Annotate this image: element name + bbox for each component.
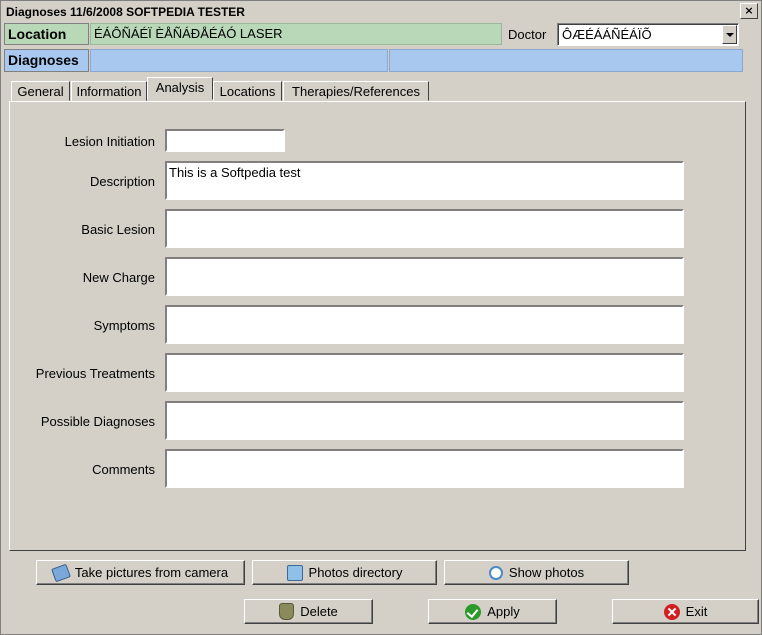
close-icon[interactable]: × [740,3,758,19]
take-pictures-label: Take pictures from camera [74,565,229,580]
diagnoses-label: Diagnoses [4,49,89,72]
show-photos-button[interactable]: Show photos [444,560,629,585]
new-charge-input[interactable] [165,257,684,296]
description-input[interactable]: This is a Softpedia test [165,161,684,200]
photos-directory-button[interactable]: Photos directory [252,560,437,585]
doctor-label: Doctor [508,27,547,42]
diagnoses-window: Diagnoses 11/6/2008 SOFTPEDIA TESTER × L… [0,0,762,635]
basic-lesion-label: Basic Lesion [81,222,155,237]
delete-label: Delete [300,604,338,619]
symptoms-label: Symptoms [93,318,155,333]
lesion-initiation-input[interactable] [165,129,285,152]
exit-button[interactable]: Exit [612,599,759,624]
window-title: Diagnoses 11/6/2008 SOFTPEDIA TESTER [6,5,245,19]
diagnoses-field-1[interactable] [90,49,388,72]
tab-analysis[interactable]: Analysis [147,77,213,100]
new-charge-label: New Charge [82,270,155,285]
comments-label: Comments [92,462,155,477]
tab-locations[interactable]: Locations [213,81,282,101]
basic-lesion-input[interactable] [165,209,684,248]
doctor-select[interactable]: ÔÆÉÁÁÑÉÁÏÕ [557,23,739,46]
description-label: Description [89,174,155,189]
location-value: ÉÁÔÑÁÉÏ ÈÅÑÁÐÅÉÁÓ LASER [94,26,283,41]
tab-information[interactable]: Information [71,81,147,101]
checkmark-icon [465,603,482,620]
show-photos-label: Show photos [508,565,585,580]
delete-button[interactable]: Delete [244,599,373,624]
possible-diagnoses-label: Possible Diagnoses [40,414,155,429]
previous-treatments-label: Previous Treatments [35,366,155,381]
tab-therapies-references[interactable]: Therapies/References [283,81,429,101]
symptoms-input[interactable] [165,305,684,344]
title-bar: Diagnoses 11/6/2008 SOFTPEDIA TESTER × [1,1,761,23]
take-pictures-button[interactable]: Take pictures from camera [36,560,245,585]
photos-directory-label: Photos directory [308,565,403,580]
lesion-initiation-label: Lesion Initiation [64,134,155,149]
doctor-value: ÔÆÉÁÁÑÉÁÏÕ [562,27,652,42]
previous-treatments-input[interactable] [165,353,684,392]
apply-button[interactable]: Apply [428,599,557,624]
chevron-down-icon[interactable] [722,25,737,44]
apply-label: Apply [487,604,520,619]
tab-general[interactable]: General [11,81,70,101]
magnifier-icon [488,565,503,580]
photo-folder-icon [286,564,303,581]
location-value-field[interactable]: ÉÁÔÑÁÉÏ ÈÅÑÁÐÅÉÁÓ LASER [90,23,502,45]
possible-diagnoses-input[interactable] [165,401,684,440]
exit-x-icon [663,603,680,620]
diagnoses-field-2[interactable] [389,49,743,72]
trash-bin-icon [279,603,295,620]
comments-input[interactable] [165,449,684,488]
camera-icon [50,563,71,582]
location-label: Location [4,23,89,45]
exit-label: Exit [685,604,708,619]
